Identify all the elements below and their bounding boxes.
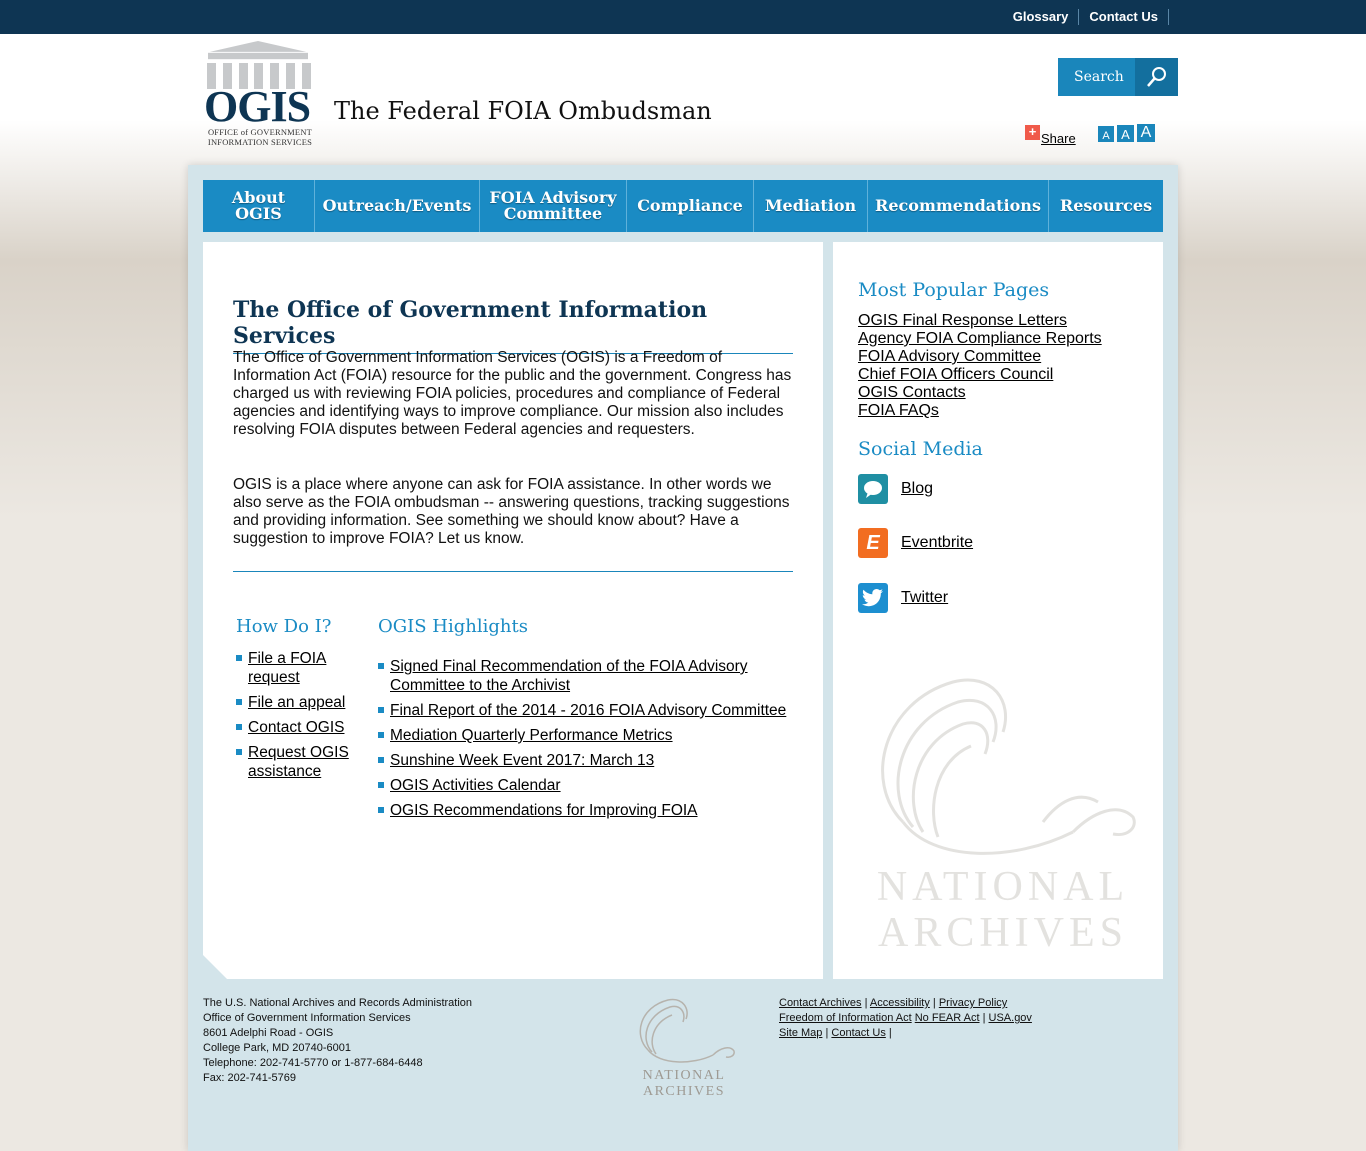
- list-item[interactable]: Sunshine Week Event 2017: March 13: [378, 751, 798, 770]
- twitter-link[interactable]: Twitter: [901, 589, 948, 607]
- popular-link[interactable]: Agency FOIA Compliance Reports: [858, 330, 1102, 348]
- ogis-logo[interactable]: OGIS OFFICE of GOVERNMENT INFORMATION SE…: [203, 41, 315, 149]
- content-divider: [233, 571, 793, 572]
- social-eventbrite[interactable]: E Eventbrite: [858, 528, 973, 558]
- eventbrite-link[interactable]: Eventbrite: [901, 534, 973, 552]
- main-content: The Office of Government Information Ser…: [203, 242, 823, 979]
- popular-link[interactable]: FOIA Advisory Committee: [858, 348, 1102, 366]
- search-icon: [1146, 67, 1166, 87]
- nav-about-ogis[interactable]: About OGIS: [203, 180, 315, 232]
- building-roof-icon: [208, 41, 308, 60]
- how-do-i-section: How Do I? File a FOIA request File an ap…: [236, 616, 366, 787]
- list-item[interactable]: OGIS Recommendations for Improving FOIA: [378, 801, 798, 820]
- site-title: The Federal FOIA Ombudsman: [334, 97, 712, 125]
- blog-link[interactable]: Blog: [901, 480, 933, 498]
- footer-privacy-link[interactable]: Privacy Policy: [939, 997, 1007, 1009]
- how-do-i-list: File a FOIA request File an appeal Conta…: [236, 649, 366, 781]
- list-item[interactable]: Contact OGIS: [236, 718, 366, 737]
- nav-recommendations[interactable]: Recommendations: [868, 180, 1049, 232]
- list-item[interactable]: File a FOIA request: [236, 649, 366, 687]
- popular-link[interactable]: OGIS Final Response Letters: [858, 312, 1102, 330]
- logo-wordmark: OGIS: [204, 82, 311, 131]
- page-title: The Office of Government Information Ser…: [233, 297, 793, 354]
- font-large-button[interactable]: A: [1137, 124, 1155, 142]
- share-label: Share: [1041, 131, 1076, 146]
- nav-foia-advisory-committee[interactable]: FOIA Advisory Committee: [480, 180, 627, 232]
- footer-nofear-link[interactable]: No FEAR Act: [915, 1012, 980, 1024]
- share-plus-icon: +: [1025, 125, 1040, 140]
- share-button[interactable]: + Share: [1025, 125, 1076, 146]
- social-twitter[interactable]: Twitter: [858, 583, 948, 613]
- ombudsman-paragraph: OGIS is a place where anyone can ask for…: [233, 476, 790, 547]
- popular-pages-list: OGIS Final Response Letters Agency FOIA …: [858, 312, 1102, 420]
- national-archives-watermark: NATIONAL ARCHIVES: [843, 662, 1163, 962]
- search-box[interactable]: Search: [1058, 58, 1178, 96]
- eventbrite-icon: E: [858, 528, 888, 558]
- utility-bar: Glossary Contact Us: [0, 0, 1366, 34]
- content-corner-decoration: [203, 955, 227, 979]
- eagle-logo-icon: NATIONAL ARCHIVES: [639, 998, 735, 1099]
- main-nav: About OGIS Outreach/Events FOIA Advisory C…: [203, 180, 1163, 232]
- footer-sitemap-link[interactable]: Site Map: [779, 1027, 822, 1039]
- contact-us-link[interactable]: Contact Us: [1079, 9, 1169, 25]
- font-small-button[interactable]: A: [1098, 126, 1114, 142]
- list-item[interactable]: Signed Final Recommendation of the FOIA …: [378, 657, 798, 695]
- nav-compliance[interactable]: Compliance: [627, 180, 754, 232]
- popular-link[interactable]: Chief FOIA Officers Council: [858, 366, 1102, 384]
- search-label[interactable]: Search: [1074, 69, 1124, 85]
- footer-usagov-link[interactable]: USA.gov: [989, 1012, 1032, 1024]
- list-item[interactable]: Final Report of the 2014 - 2016 FOIA Adv…: [378, 701, 798, 720]
- svg-text:NATIONAL: NATIONAL: [643, 1068, 726, 1083]
- footer-national-archives-logo: NATIONAL ARCHIVES: [628, 995, 740, 1100]
- footer-foia-link[interactable]: Freedom of Information Act: [779, 1012, 912, 1024]
- glossary-link[interactable]: Glossary: [1003, 9, 1080, 25]
- highlights-heading: OGIS Highlights: [378, 616, 528, 637]
- svg-text:ARCHIVES: ARCHIVES: [643, 1084, 725, 1099]
- popular-link[interactable]: OGIS Contacts: [858, 384, 1102, 402]
- sidebar: Most Popular Pages OGIS Final Response L…: [833, 242, 1163, 979]
- nav-outreach-events[interactable]: Outreach/Events: [315, 180, 480, 232]
- logo-subtitle: OFFICE of GOVERNMENT INFORMATION SERVICE…: [207, 127, 313, 147]
- svg-text:NATIONAL: NATIONAL: [877, 864, 1129, 910]
- popular-pages-heading: Most Popular Pages: [858, 279, 1050, 301]
- footer-contact-archives-link[interactable]: Contact Archives: [779, 997, 862, 1009]
- font-size-controls: A A A: [1098, 124, 1155, 142]
- list-item[interactable]: File an appeal: [236, 693, 366, 712]
- highlights-list: Signed Final Recommendation of the FOIA …: [378, 657, 798, 820]
- nav-resources[interactable]: Resources: [1049, 180, 1163, 232]
- footer-address: The U.S. National Archives and Records A…: [203, 997, 473, 1084]
- highlights-section: OGIS Highlights Signed Final Recommendat…: [378, 616, 798, 826]
- list-item[interactable]: Request OGIS assistance: [236, 743, 366, 781]
- font-medium-button[interactable]: A: [1117, 125, 1134, 142]
- popular-link[interactable]: FOIA FAQs: [858, 402, 1102, 420]
- utility-links: Glossary Contact Us: [1003, 9, 1169, 25]
- social-blog[interactable]: Blog: [858, 474, 933, 504]
- blog-icon: [858, 474, 888, 504]
- footer-accessibility-link[interactable]: Accessibility: [870, 997, 930, 1009]
- intro-paragraph: The Office of Government Information Ser…: [233, 349, 792, 438]
- list-item[interactable]: OGIS Activities Calendar: [378, 776, 798, 795]
- eagle-watermark-icon: NATIONAL ARCHIVES: [877, 678, 1136, 956]
- search-button[interactable]: [1135, 58, 1178, 96]
- social-media-heading: Social Media: [858, 438, 983, 460]
- svg-text:ARCHIVES: ARCHIVES: [878, 910, 1128, 956]
- footer-contact-us-link[interactable]: Contact Us: [831, 1027, 885, 1039]
- how-do-i-heading: How Do I?: [236, 616, 332, 637]
- nav-mediation[interactable]: Mediation: [754, 180, 868, 232]
- twitter-icon: [858, 583, 888, 613]
- list-item[interactable]: Mediation Quarterly Performance Metrics: [378, 726, 798, 745]
- footer-links: Contact Archives | Accessibility | Priva…: [779, 997, 1032, 1039]
